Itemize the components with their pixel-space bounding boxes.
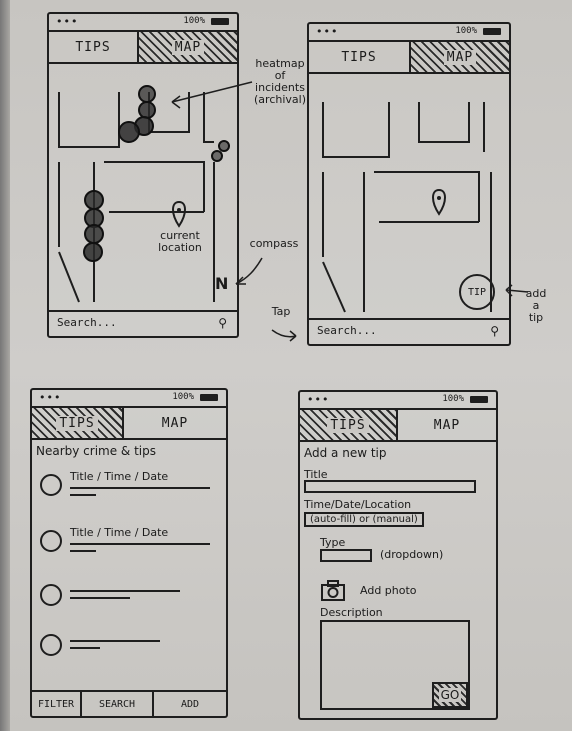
type-label: Type	[320, 536, 346, 549]
filter-button[interactable]: FILTER	[32, 692, 80, 716]
tab-map[interactable]: MAP	[398, 410, 496, 440]
search-icon[interactable]: ⚲	[490, 324, 499, 338]
item-icon	[40, 584, 62, 606]
battery-icon	[470, 396, 488, 403]
add-photo-label[interactable]: Add photo	[360, 584, 417, 597]
signal-dots: •••	[316, 25, 339, 38]
item-subline	[70, 550, 96, 552]
annotation-tap: Tap	[271, 305, 291, 318]
list-item[interactable]: Title / Time / Date	[40, 470, 220, 500]
time-date-location-label: Time/Date/Location	[304, 498, 412, 511]
description-label: Description	[320, 606, 383, 619]
title-field[interactable]	[304, 480, 476, 493]
tab-map[interactable]: MAP	[411, 42, 509, 72]
annotation-compass: compass	[249, 237, 299, 250]
item-title: Title / Time / Date	[70, 470, 169, 483]
item-subline	[70, 647, 100, 649]
list-item[interactable]	[40, 630, 220, 660]
tab-bar: TIPS MAP	[309, 40, 509, 74]
status-bar: ••• 100%	[309, 24, 509, 40]
tab-tips[interactable]: TIPS	[300, 410, 396, 440]
phone-add-tip: ••• 100% TIPS MAP Add a new tip Title Ti…	[298, 390, 498, 720]
item-subline	[70, 597, 130, 599]
tab-bar: TIPS MAP	[32, 406, 226, 440]
search-input[interactable]: Search...	[317, 324, 377, 337]
go-button[interactable]: GO	[432, 682, 468, 708]
camera-icon[interactable]	[320, 580, 346, 602]
annotation-add-tip: add a tip	[525, 287, 547, 324]
phone-tips-list: ••• 100% TIPS MAP Nearby crime & tips Ti…	[30, 388, 228, 718]
pin-dot	[437, 196, 441, 200]
battery-level: 100%	[172, 392, 194, 402]
form-heading: Add a new tip	[304, 446, 387, 460]
list-item[interactable]: Title / Time / Date	[40, 526, 220, 556]
signal-dots: •••	[307, 393, 330, 406]
add-tip-button[interactable]: TIP	[459, 274, 495, 310]
search-bar[interactable]: Search... ⚲	[309, 318, 509, 344]
type-dropdown[interactable]	[320, 549, 372, 562]
type-dropdown-hint: (dropdown)	[380, 548, 444, 561]
battery-icon	[200, 394, 218, 401]
battery-icon	[483, 28, 501, 35]
search-button[interactable]: SEARCH	[82, 692, 152, 716]
add-button[interactable]: ADD	[154, 692, 226, 716]
item-title: Title / Time / Date	[70, 526, 169, 539]
tab-bar: TIPS MAP	[300, 408, 496, 442]
item-icon	[40, 634, 62, 656]
tab-map[interactable]: MAP	[124, 408, 226, 438]
item-underline	[70, 487, 210, 489]
status-bar: ••• 100%	[300, 392, 496, 408]
list-item[interactable]	[40, 580, 220, 610]
item-subline	[70, 494, 96, 496]
location-pin-icon	[432, 188, 446, 216]
item-underline	[70, 543, 210, 545]
item-icon	[40, 530, 62, 552]
status-bar: ••• 100%	[32, 390, 226, 406]
item-icon	[40, 474, 62, 496]
tab-tips[interactable]: TIPS	[309, 42, 409, 72]
signal-dots: •••	[39, 391, 62, 404]
tab-tips[interactable]: TIPS	[32, 408, 122, 438]
time-date-location-field[interactable]: (auto-fill) or (manual)	[304, 512, 424, 527]
bottom-bar: FILTER SEARCH ADD	[32, 690, 226, 716]
item-underline	[70, 640, 160, 642]
battery-level: 100%	[455, 26, 477, 36]
list-heading: Nearby crime & tips	[36, 444, 157, 458]
battery-level: 100%	[442, 394, 464, 404]
item-underline	[70, 590, 180, 592]
phone-map-tip: ••• 100% TIPS MAP TIP Search... ⚲	[307, 22, 511, 346]
